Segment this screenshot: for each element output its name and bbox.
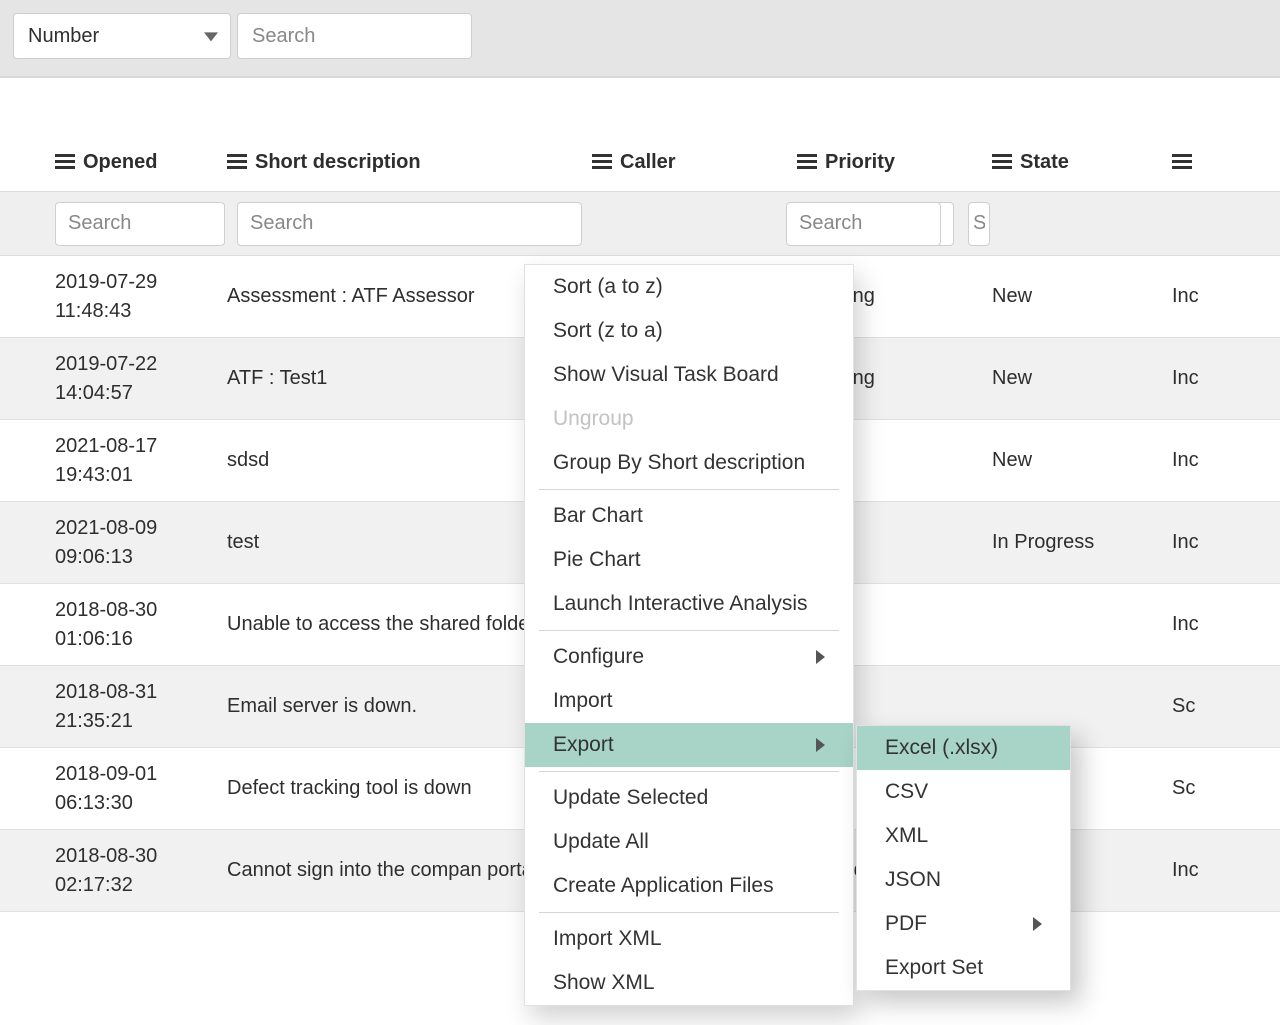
cell-last: Inc <box>1172 610 1272 639</box>
menu-launch-interactive-analysis[interactable]: Launch Interactive Analysis <box>525 582 853 626</box>
column-menu-icon[interactable] <box>1172 154 1192 170</box>
menu-import[interactable]: Import <box>525 679 853 723</box>
menu-separator <box>539 912 839 913</box>
filter-input-short-description[interactable] <box>237 202 582 246</box>
submenu-json[interactable]: JSON <box>857 858 1070 902</box>
cell-opened: 2019-07-2214:04:57 <box>30 350 227 408</box>
column-header-short-description[interactable]: Short description <box>227 151 592 174</box>
menu-sort-za[interactable]: Sort (z to a) <box>525 309 853 353</box>
field-select[interactable]: Number <box>13 13 231 59</box>
menu-import-xml[interactable]: Import XML <box>525 917 853 961</box>
column-header-label: Caller <box>620 151 676 174</box>
column-menu-icon[interactable] <box>55 154 75 170</box>
list-table: Opened Short description Caller Priority… <box>0 78 1280 912</box>
column-menu-icon[interactable] <box>227 154 247 170</box>
column-menu-icon[interactable] <box>592 154 612 170</box>
menu-show-visual-task-board[interactable]: Show Visual Task Board <box>525 353 853 397</box>
column-header-state[interactable]: State <box>992 151 1172 174</box>
menu-export[interactable]: Export <box>525 723 853 767</box>
menu-show-xml[interactable]: Show XML <box>525 961 853 1005</box>
column-header-extra[interactable] <box>1172 154 1272 170</box>
cell-last: Inc <box>1172 528 1272 557</box>
cell-opened: 2018-08-3002:17:32 <box>30 842 227 900</box>
menu-group-by[interactable]: Group By Short description <box>525 441 853 485</box>
chevron-right-icon <box>816 738 825 752</box>
chevron-right-icon <box>1033 917 1042 931</box>
cell-opened: 2018-08-3001:06:16 <box>30 596 227 654</box>
export-submenu: Excel (.xlsx) CSV XML JSON PDF Export Se… <box>856 725 1071 991</box>
cell-last: Inc <box>1172 282 1272 311</box>
column-context-menu: Sort (a to z) Sort (z to a) Show Visual … <box>524 264 854 1006</box>
menu-separator <box>539 489 839 490</box>
cell-last: Inc <box>1172 364 1272 393</box>
menu-update-all[interactable]: Update All <box>525 820 853 864</box>
cell-state: In Progress <box>992 528 1172 557</box>
cell-state: New <box>992 282 1172 311</box>
chevron-right-icon <box>816 650 825 664</box>
submenu-excel[interactable]: Excel (.xlsx) <box>857 726 1070 770</box>
table-header-row: Opened Short description Caller Priority… <box>0 133 1280 191</box>
submenu-pdf[interactable]: PDF <box>857 902 1070 946</box>
menu-sort-az[interactable]: Sort (a to z) <box>525 265 853 309</box>
cell-opened: 2018-09-0106:13:30 <box>30 760 227 818</box>
column-header-label: Priority <box>825 151 895 174</box>
cell-opened: 2018-08-3121:35:21 <box>30 678 227 736</box>
cell-opened: 2021-08-1719:43:01 <box>30 432 227 490</box>
menu-separator <box>539 630 839 631</box>
cell-opened: 2021-08-0909:06:13 <box>30 514 227 572</box>
submenu-export-set[interactable]: Export Set <box>857 946 1070 990</box>
cell-last: Sc <box>1172 692 1272 721</box>
caret-down-icon <box>204 32 218 41</box>
column-header-label: State <box>1020 151 1069 174</box>
column-header-priority[interactable]: Priority <box>797 151 992 174</box>
column-header-caller[interactable]: Caller <box>592 151 797 174</box>
cell-state: New <box>992 446 1172 475</box>
menu-update-selected[interactable]: Update Selected <box>525 776 853 820</box>
column-header-opened[interactable]: Opened <box>30 151 227 174</box>
column-header-label: Short description <box>255 151 421 174</box>
cell-opened: 2019-07-2911:48:43 <box>30 268 227 326</box>
top-search-input[interactable] <box>237 13 472 59</box>
field-select-value: Number <box>28 25 99 48</box>
menu-bar-chart[interactable]: Bar Chart <box>525 494 853 538</box>
cell-last: Inc <box>1172 856 1272 885</box>
filter-input-state[interactable] <box>786 202 941 246</box>
menu-pie-chart[interactable]: Pie Chart <box>525 538 853 582</box>
filter-row <box>0 191 1280 256</box>
menu-configure[interactable]: Configure <box>525 635 853 679</box>
cell-last: Inc <box>1172 446 1272 475</box>
menu-ungroup: Ungroup <box>525 397 853 441</box>
column-header-label: Opened <box>83 151 157 174</box>
submenu-csv[interactable]: CSV <box>857 770 1070 814</box>
column-menu-icon[interactable] <box>797 154 817 170</box>
filter-input-opened[interactable] <box>55 202 225 246</box>
cell-state: New <box>992 364 1172 393</box>
menu-separator <box>539 771 839 772</box>
cell-last: Sc <box>1172 774 1272 803</box>
column-menu-icon[interactable] <box>992 154 1012 170</box>
submenu-xml[interactable]: XML <box>857 814 1070 858</box>
top-filter-bar: Number <box>0 0 1280 78</box>
filter-input-partial[interactable] <box>968 202 990 246</box>
menu-create-application-files[interactable]: Create Application Files <box>525 864 853 908</box>
